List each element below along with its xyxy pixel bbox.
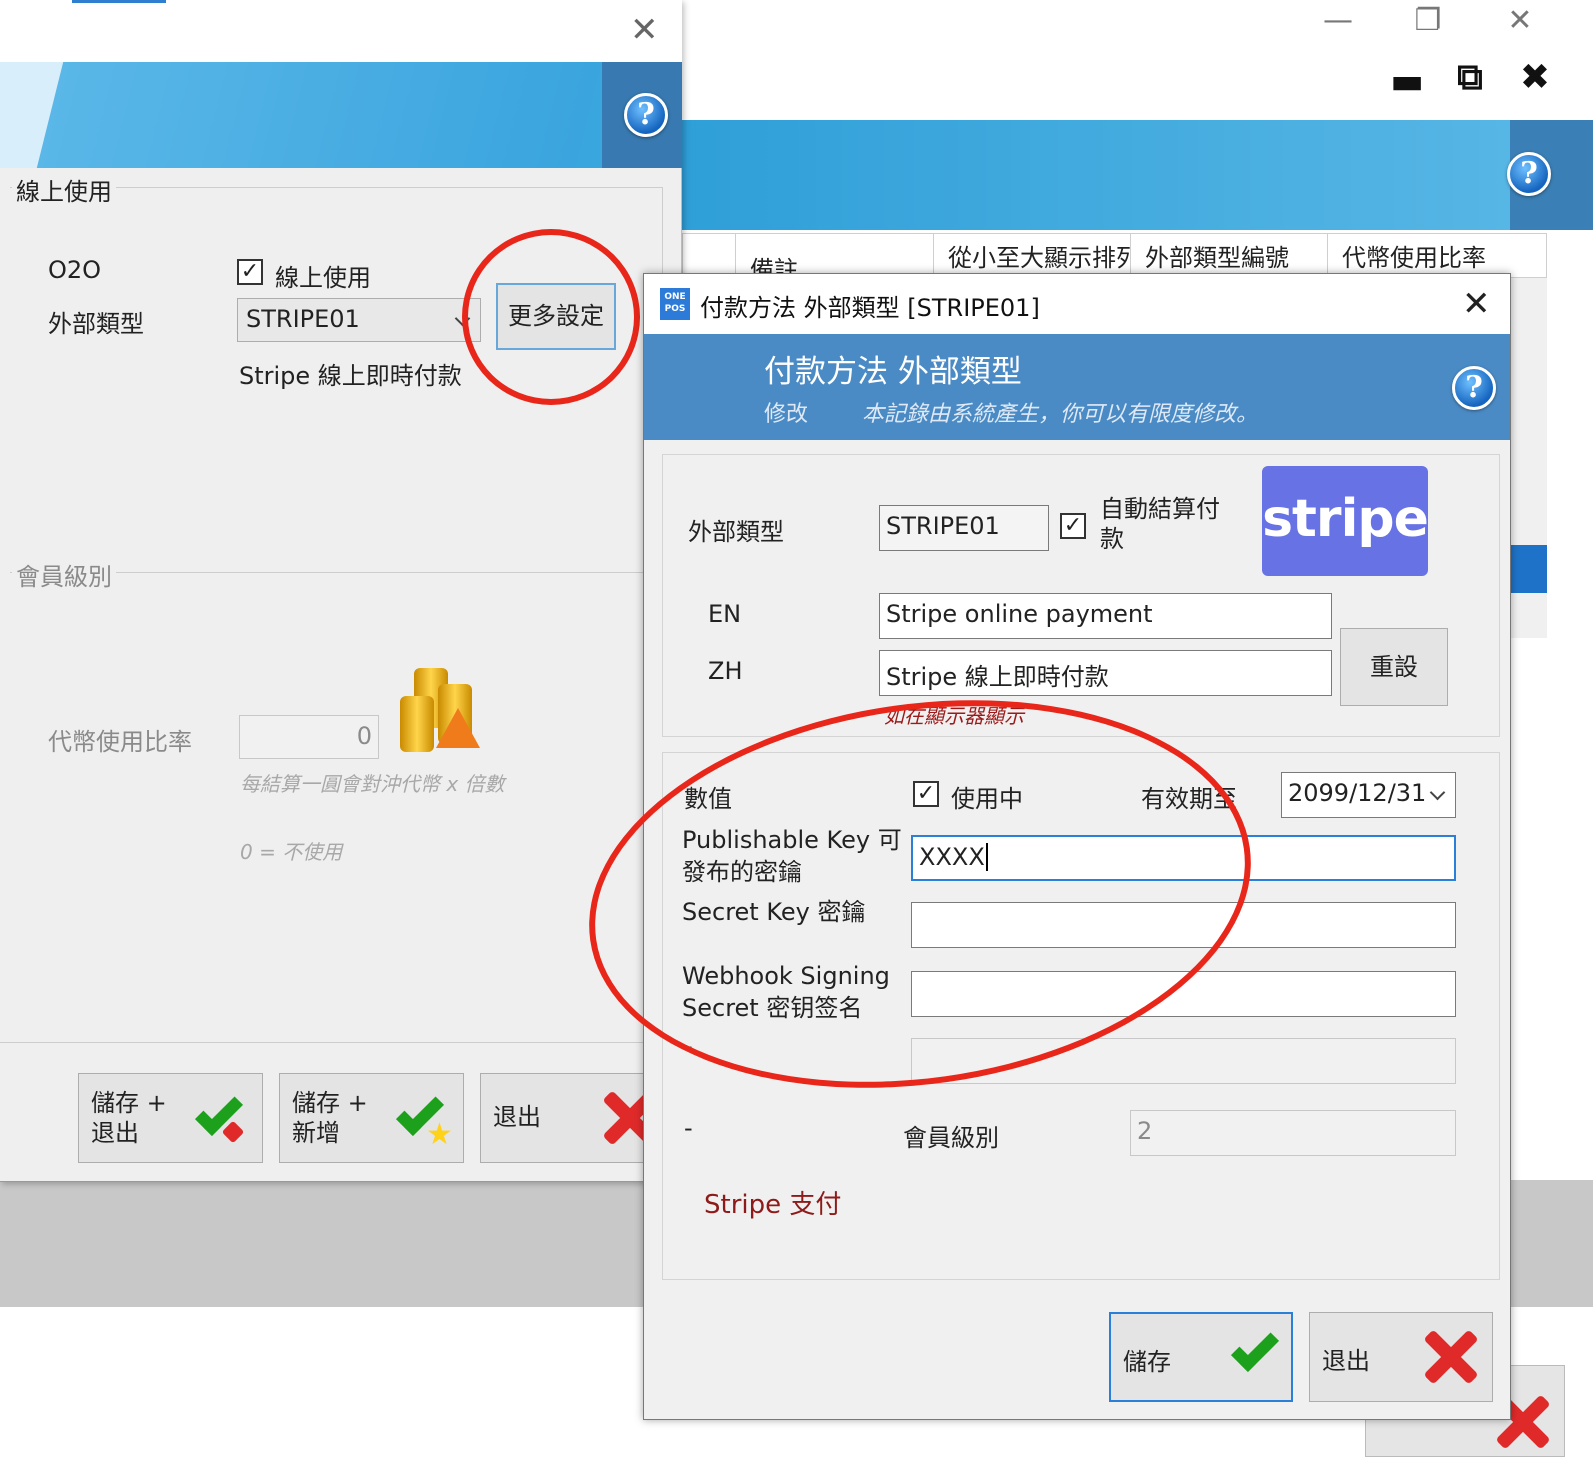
- online-group-label: 線上使用: [12, 172, 116, 207]
- external-type-dialog: ONE POS 付款方法 外部類型 [STRIPE01] ✕ 付款方法 外部類型…: [643, 273, 1511, 1420]
- dialog-titlebar: [0, 0, 682, 62]
- close-icon[interactable]: ✕: [630, 10, 659, 50]
- external-type-value: STRIPE01: [246, 305, 360, 333]
- webhook-label-1: Webhook Signing: [682, 962, 890, 990]
- header-mode: 修改: [764, 402, 809, 427]
- header-title: 付款方法 外部類型: [764, 354, 1022, 390]
- close-icon[interactable]: ✕: [1462, 284, 1491, 324]
- reset-button[interactable]: 重設: [1340, 628, 1448, 706]
- external-type-label: 外部類型: [688, 518, 784, 546]
- publishable-key-input[interactable]: XXXX: [911, 835, 1456, 881]
- help-icon[interactable]: ?: [1507, 152, 1551, 196]
- onepos-logo-icon: ONE POS: [660, 288, 690, 320]
- save-exit-label-1: 儲存 +: [91, 1089, 167, 1117]
- help-icon[interactable]: ?: [1452, 366, 1496, 410]
- save-new-button[interactable]: 儲存 + 新增 ★: [279, 1073, 464, 1163]
- dialog-header: 付款方法 外部類型 修改 本記錄由系統產生，你可以有限度修改。 ?: [644, 334, 1510, 440]
- cancel-x-icon: [1422, 1329, 1478, 1385]
- member-level-label: 會員級別: [903, 1124, 999, 1152]
- save-new-label-1: 儲存 +: [292, 1089, 368, 1117]
- auto-settle-checkbox[interactable]: ✓: [1060, 513, 1086, 539]
- webhook-label-2: Secret 密钥签名: [682, 994, 863, 1022]
- main-banner: [680, 120, 1593, 230]
- small-x-icon: [221, 1120, 245, 1144]
- table-header: 備註 從小至大顯示排列 外部類型編號 代幣使用比率: [682, 233, 1547, 279]
- exit-label: 退出: [1322, 1347, 1370, 1375]
- publishable-key-label: Publishable Key 可 發布的密鑰: [682, 824, 902, 888]
- member-level-field: 2: [1130, 1110, 1456, 1156]
- auto-settle-label: 自動結算付 款: [1100, 494, 1220, 554]
- token-rate-label: 代幣使用比率: [48, 728, 192, 756]
- more-settings-button[interactable]: 更多設定: [496, 283, 616, 350]
- en-label: EN: [708, 600, 742, 628]
- en-name-field[interactable]: Stripe online payment: [879, 593, 1332, 639]
- o2o-label: O2O: [48, 256, 102, 284]
- exit-label: 退出: [493, 1103, 541, 1131]
- close-icon[interactable]: ✕: [1500, 6, 1540, 36]
- zh-name-field[interactable]: Stripe 線上即時付款: [879, 650, 1332, 696]
- online-use-checkbox[interactable]: ✓: [237, 259, 263, 285]
- payment-method-dialog: ✕ ? 線上使用 O2O ✓ 線上使用 外部類型 STRIPE01 更多設定 S…: [0, 0, 682, 1182]
- chevron-down-icon: [1429, 784, 1446, 801]
- minimize-icon[interactable]: —: [1318, 6, 1358, 36]
- auto-settle-label-1: 自動結算付: [1100, 495, 1220, 523]
- auto-settle-label-2: 款: [1100, 525, 1124, 553]
- save-button[interactable]: 儲存: [1109, 1312, 1293, 1402]
- value-label: 數值: [684, 785, 732, 813]
- in-use-checkbox[interactable]: ✓: [913, 781, 939, 807]
- dash-label: -: [684, 1032, 693, 1060]
- token-zero-hint: 0 = 不使用: [240, 840, 343, 864]
- valid-until-value: 2099/12/31: [1288, 779, 1427, 807]
- save-exit-button[interactable]: 儲存 + 退出: [78, 1073, 263, 1163]
- dash-label: -: [684, 1114, 693, 1142]
- app-restore-icon[interactable]: ⧉: [1445, 58, 1495, 98]
- selected-table-row[interactable]: [1510, 545, 1547, 593]
- dialog-title: 付款方法 外部類型 [STRIPE01]: [700, 294, 1040, 322]
- help-icon[interactable]: ?: [624, 93, 668, 137]
- header-note: 本記錄由系統產生，你可以有限度修改。: [862, 402, 1259, 427]
- valid-until-label: 有效期至: [1141, 785, 1237, 813]
- external-type-label: 外部類型: [48, 310, 144, 338]
- zh-label: ZH: [708, 657, 743, 685]
- exit-button[interactable]: 退出: [1309, 1312, 1493, 1402]
- valid-until-date-picker[interactable]: 2099/12/31: [1281, 772, 1456, 818]
- stripe-logo: stripe: [1262, 466, 1429, 576]
- token-hint: 每結算一圓會對沖代幣 x 倍數: [240, 772, 505, 796]
- save-label: 儲存: [1123, 1348, 1171, 1376]
- text-cursor: [985, 843, 988, 871]
- token-rate-input[interactable]: 0: [239, 715, 379, 759]
- external-type-description: Stripe 線上即時付款: [239, 362, 462, 390]
- titlebar-accent: [72, 0, 166, 3]
- external-type-select[interactable]: STRIPE01: [237, 298, 481, 342]
- publishable-key-label-2: 發布的密鑰: [682, 858, 802, 886]
- chevron-down-icon: [454, 310, 471, 327]
- stripe-pay-label: Stripe 支付: [704, 1190, 842, 1220]
- app-minimize-icon[interactable]: ▬: [1382, 62, 1432, 102]
- webhook-secret-label: Webhook Signing Secret 密钥签名: [682, 960, 890, 1024]
- save-exit-label-2: 退出: [91, 1119, 139, 1147]
- footer-divider: [0, 1042, 682, 1043]
- publishable-key-label-1: Publishable Key 可: [682, 826, 902, 854]
- check-icon: [1230, 1323, 1280, 1373]
- secret-key-label: Secret Key 密鑰: [682, 898, 866, 926]
- display-hint: 如在顯示器顯示: [884, 704, 1024, 728]
- restore-icon[interactable]: ❐: [1408, 6, 1448, 36]
- external-type-field[interactable]: STRIPE01: [879, 505, 1049, 551]
- coins-icon: [400, 668, 484, 758]
- banner-stripe: [15, 62, 603, 168]
- save-new-label-2: 新增: [292, 1119, 340, 1147]
- disabled-field: [911, 1038, 1456, 1084]
- secret-key-input[interactable]: [911, 902, 1456, 948]
- in-use-label: 使用中: [951, 785, 1023, 813]
- star-icon: ★: [426, 1117, 453, 1152]
- publishable-key-value: XXXX: [919, 843, 985, 871]
- webhook-secret-input[interactable]: [911, 971, 1456, 1017]
- member-group-label: 會員級別: [12, 557, 116, 592]
- online-use-label: 線上使用: [275, 264, 371, 292]
- app-close-icon[interactable]: ✖: [1510, 58, 1560, 98]
